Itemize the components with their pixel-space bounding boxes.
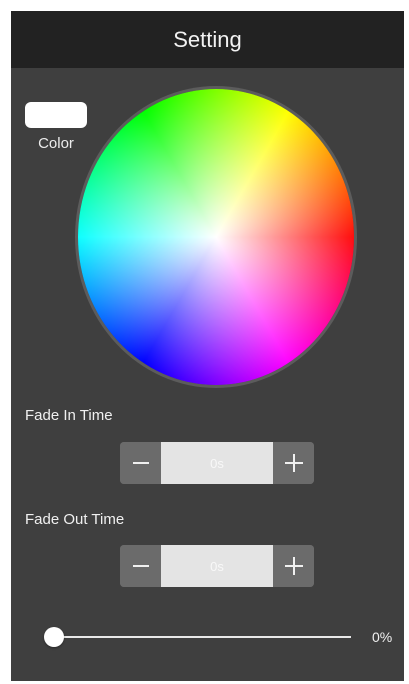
title-bar: Setting [11,11,404,68]
plus-icon [284,454,303,472]
color-wheel[interactable] [78,89,354,385]
fade-out-decrease-button[interactable] [120,545,161,587]
app-screen: Setting Color Fade In Time 0s Fade Out T… [11,11,404,681]
minus-icon [132,462,149,464]
minus-icon [132,565,149,567]
slider-track[interactable] [54,636,351,638]
fade-out-value[interactable]: 0s [161,545,273,587]
fade-in-label: Fade In Time [25,407,113,424]
slider-thumb[interactable] [44,627,64,647]
slider-percent: 0% [372,629,393,645]
fade-in-value[interactable]: 0s [161,442,273,484]
fade-out-increase-button[interactable] [273,545,314,587]
color-label: Color [38,135,74,152]
fade-in-stepper: 0s [120,442,314,484]
fade-in-increase-button[interactable] [273,442,314,484]
fade-in-decrease-button[interactable] [120,442,161,484]
page-title: Setting [173,26,242,52]
fade-out-label: Fade Out Time [25,511,125,528]
plus-icon [284,557,303,575]
fade-out-stepper: 0s [120,545,314,587]
color-swatch[interactable] [25,102,87,128]
